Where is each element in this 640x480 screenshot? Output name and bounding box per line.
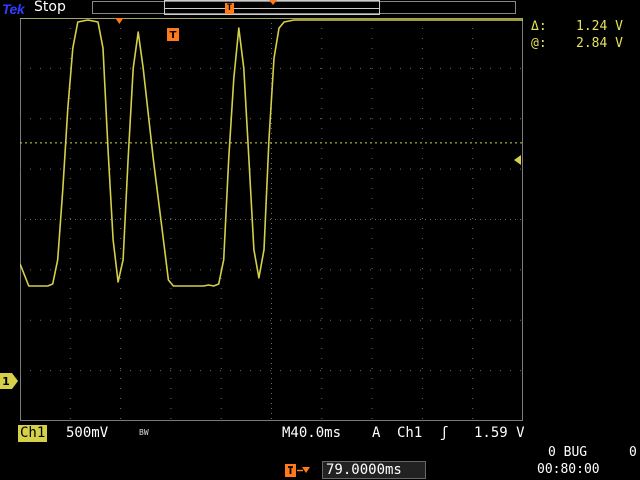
trigger-position-arrow-icon: [285, 464, 310, 477]
trigger-position-value: 79.0000ms: [326, 462, 402, 478]
record-position-caret-icon: [269, 0, 277, 5]
at-cursor-value: 2.84 V: [576, 36, 623, 51]
record-trigger-icon: T: [225, 3, 234, 14]
trigger-level-arrow-icon[interactable]: [514, 155, 521, 166]
trigger-time-caret-icon: [115, 18, 124, 24]
brand-logo: Tek: [2, 1, 25, 17]
counter-value: 0: [629, 445, 637, 460]
record-window-line: [165, 8, 379, 9]
delta-cursor-value: 1.24 V: [576, 19, 623, 34]
trigger-mode-label: A: [372, 425, 381, 441]
run-state-label: Stop: [34, 0, 66, 15]
counter-label: 0 BUG: [548, 445, 588, 460]
grid-lines: [20, 18, 523, 421]
ch1-ground-marker-label: 1: [2, 375, 10, 388]
trigger-position-icon-label: T: [170, 30, 177, 41]
rising-edge-icon: ʃ: [440, 425, 449, 441]
trigger-level-readout[interactable]: 1.59 V: [474, 425, 525, 442]
oscilloscope-screen: Tek Stop T T 1 Δ: 1.24 V @: 2.84 V Ch1 5…: [0, 0, 640, 480]
waveform-graticule[interactable]: T: [20, 18, 523, 421]
system-info: 0 BUG 0 00:80:00: [530, 445, 640, 480]
trigger-source-label[interactable]: Ch1: [397, 425, 422, 442]
bandwidth-limit-icon: BW: [139, 428, 149, 437]
status-bar: Ch1 500mV BW M40.0ms A Ch1 ʃ 1.59 V: [0, 425, 530, 442]
ch1-channel-label[interactable]: Ch1: [18, 425, 48, 442]
timebase-readout[interactable]: M40.0ms: [282, 425, 341, 442]
ch1-vertical-scale[interactable]: 500mV: [66, 425, 108, 442]
clock-time: 00:80:00: [537, 462, 600, 477]
ch1-ground-marker-icon[interactable]: 1: [0, 373, 19, 389]
